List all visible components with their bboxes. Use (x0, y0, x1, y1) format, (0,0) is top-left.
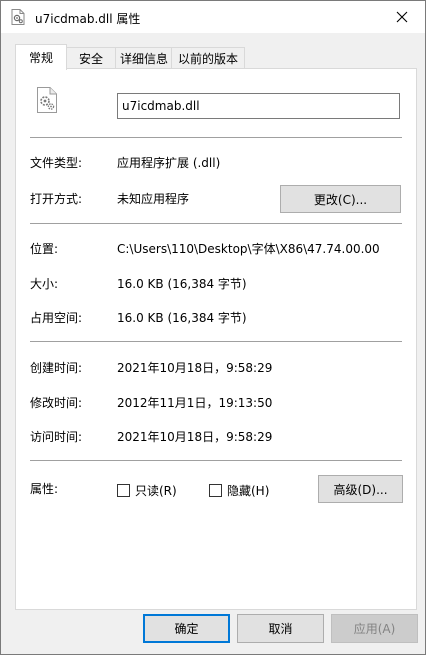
tab-general[interactable]: 常规 (15, 44, 67, 70)
modified-label: 修改时间: (30, 396, 83, 410)
cancel-button[interactable]: 取消 (237, 614, 324, 643)
hidden-checkbox-label: 隐藏(H) (227, 484, 270, 498)
modified-value: 2012年11月1日，19:13:50 (117, 396, 273, 410)
attributes-label: 属性: (30, 482, 59, 496)
change-button[interactable]: 更改(C)... (280, 185, 401, 213)
location-label: 位置: (30, 242, 59, 256)
file-type-value: 应用程序扩展 (.dll) (117, 156, 221, 170)
open-with-value: 未知应用程序 (117, 192, 190, 206)
size-on-disk-label: 占用空间: (30, 311, 83, 325)
file-type-label: 文件类型: (30, 156, 83, 170)
close-button[interactable] (379, 1, 425, 33)
title-bar[interactable]: u7icdmab.dll 属性 (1, 1, 425, 33)
ok-button[interactable]: 确定 (143, 614, 230, 643)
size-on-disk-value: 16.0 KB (16,384 字节) (117, 311, 247, 325)
created-label: 创建时间: (30, 361, 83, 375)
divider (30, 223, 402, 224)
dll-file-icon (37, 87, 57, 113)
readonly-checkbox-label: 只读(R) (135, 484, 177, 498)
readonly-checkbox-box[interactable] (117, 484, 130, 497)
divider (30, 341, 402, 342)
hidden-checkbox-box[interactable] (209, 484, 222, 497)
readonly-checkbox[interactable]: 只读(R) (117, 482, 177, 499)
divider (30, 137, 402, 138)
accessed-label: 访问时间: (30, 430, 83, 444)
dll-file-icon (11, 9, 25, 25)
size-label: 大小: (30, 277, 59, 291)
location-value: C:\Users\110\Desktop\字体\X86\47.74.00.00 (117, 242, 380, 256)
tab-security[interactable]: 安全 (65, 47, 117, 69)
apply-button[interactable]: 应用(A) (331, 614, 418, 643)
size-value: 16.0 KB (16,384 字节) (117, 277, 247, 291)
file-name-field[interactable] (117, 93, 400, 119)
divider (30, 460, 402, 461)
advanced-button[interactable]: 高级(D)... (318, 475, 403, 503)
general-panel: 文件类型: 应用程序扩展 (.dll) 打开方式: 未知应用程序 更改(C)..… (15, 68, 417, 610)
created-value: 2021年10月18日，9:58:29 (117, 361, 273, 375)
tab-details[interactable]: 详细信息 (115, 47, 173, 69)
open-with-label: 打开方式: (30, 192, 83, 206)
accessed-value: 2021年10月18日，9:58:29 (117, 430, 273, 444)
tab-previous-versions[interactable]: 以前的版本 (171, 47, 245, 69)
hidden-checkbox[interactable]: 隐藏(H) (209, 482, 269, 499)
window-title: u7icdmab.dll 属性 (35, 12, 141, 26)
properties-window: u7icdmab.dll 属性 常规 安全 详细信息 以前的版本 文件类型: 应… (0, 0, 426, 655)
close-icon (396, 11, 408, 23)
